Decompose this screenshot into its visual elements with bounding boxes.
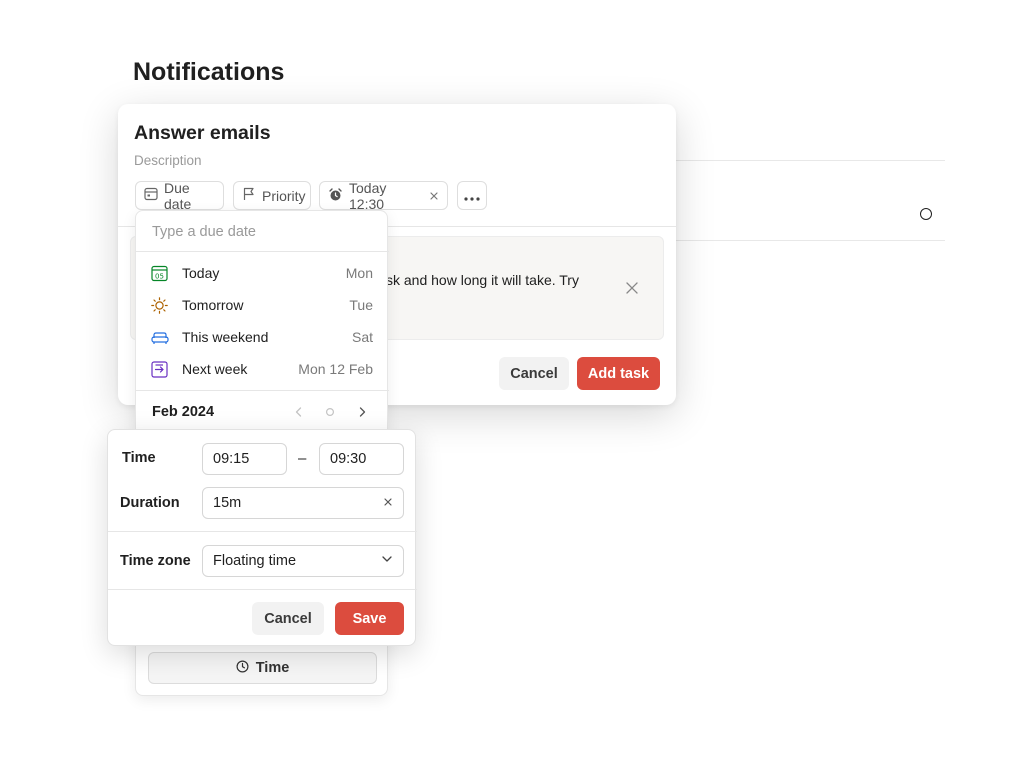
- due-option-label: Next week: [182, 361, 248, 377]
- chevron-right-icon[interactable]: [356, 405, 368, 423]
- duration-input[interactable]: 15m: [202, 487, 404, 519]
- due-option-today[interactable]: 05 Today Mon: [136, 257, 389, 289]
- due-date-input[interactable]: Type a due date: [152, 224, 256, 240]
- due-date-chip[interactable]: Due date: [135, 179, 224, 212]
- list-divider: [676, 160, 945, 161]
- close-icon[interactable]: [625, 281, 639, 300]
- calendar-icon: [144, 187, 158, 204]
- task-checkbox[interactable]: [920, 208, 932, 220]
- priority-chip-label: Priority: [262, 187, 306, 204]
- due-option-day: Tue: [349, 297, 373, 313]
- next-week-icon: [151, 361, 168, 383]
- duration-label: Duration: [120, 495, 180, 511]
- timezone-label: Time zone: [120, 553, 191, 569]
- due-date-chip-label: Due date: [164, 179, 192, 212]
- start-time-value: 09:15: [213, 451, 250, 467]
- cancel-button[interactable]: Cancel: [252, 602, 324, 635]
- end-time-input[interactable]: 09:30: [319, 443, 404, 475]
- close-icon[interactable]: [429, 188, 439, 204]
- calendar-month: Feb 2024: [152, 404, 215, 420]
- dropdown-divider: [136, 251, 389, 252]
- couch-icon: [151, 329, 169, 351]
- chevron-down-icon: [381, 553, 393, 569]
- chevron-left-icon[interactable]: [293, 405, 305, 423]
- priority-chip[interactable]: Priority: [233, 181, 311, 210]
- save-button[interactable]: Save: [335, 602, 404, 635]
- calendar-today-icon: 05: [151, 265, 168, 287]
- page-title: Notifications: [133, 58, 285, 86]
- close-icon[interactable]: [383, 495, 393, 511]
- start-time-input[interactable]: 09:15: [202, 443, 287, 475]
- due-option-label: Today: [182, 265, 220, 281]
- due-option-label: Tomorrow: [182, 297, 244, 313]
- list-divider: [676, 240, 945, 241]
- time-range-dash: –: [298, 450, 307, 467]
- duration-value: 15m: [213, 495, 242, 511]
- due-option-tomorrow[interactable]: Tomorrow Tue: [136, 289, 389, 321]
- due-option-day: Mon 12 Feb: [298, 361, 373, 377]
- popup-divider: [108, 589, 417, 590]
- reminder-chip-label: Today 12:30: [349, 179, 387, 212]
- due-option-day: Sat: [351, 329, 373, 345]
- today-dot-icon[interactable]: [324, 405, 336, 423]
- due-option-this-weekend[interactable]: This weekend Sat: [136, 321, 389, 353]
- more-options-button[interactable]: [457, 181, 487, 210]
- due-option-label: This weekend: [182, 329, 269, 345]
- end-time-value: 09:30: [330, 451, 367, 467]
- task-description-input[interactable]: Description: [134, 153, 202, 168]
- cancel-button[interactable]: Cancel: [499, 357, 569, 390]
- due-option-day: Mon: [345, 265, 373, 281]
- svg-text:05: 05: [155, 273, 164, 281]
- reminder-chip[interactable]: Today 12:30: [319, 179, 448, 212]
- time-button-label: Time: [255, 660, 290, 676]
- dropdown-divider: [136, 390, 389, 391]
- task-title-input[interactable]: Answer emails: [134, 122, 271, 145]
- time-button[interactable]: Time: [148, 652, 377, 684]
- timezone-select[interactable]: Floating time: [202, 545, 404, 577]
- time-popup: Time 09:15 – 09:30 Duration 15m Time zon…: [107, 429, 417, 646]
- more-icon: [464, 188, 480, 204]
- timezone-value: Floating time: [213, 553, 297, 569]
- add-task-button[interactable]: Add task: [577, 357, 660, 390]
- clock-icon: [236, 659, 249, 677]
- popup-divider: [108, 531, 417, 532]
- due-option-next-week[interactable]: Next week Mon 12 Feb: [136, 353, 389, 385]
- time-label: Time: [122, 450, 156, 466]
- flag-icon: [242, 187, 256, 204]
- tip-text: sk and how long it will take. Try: [386, 272, 579, 288]
- sun-icon: [151, 297, 168, 319]
- alarm-clock-icon: [328, 187, 343, 205]
